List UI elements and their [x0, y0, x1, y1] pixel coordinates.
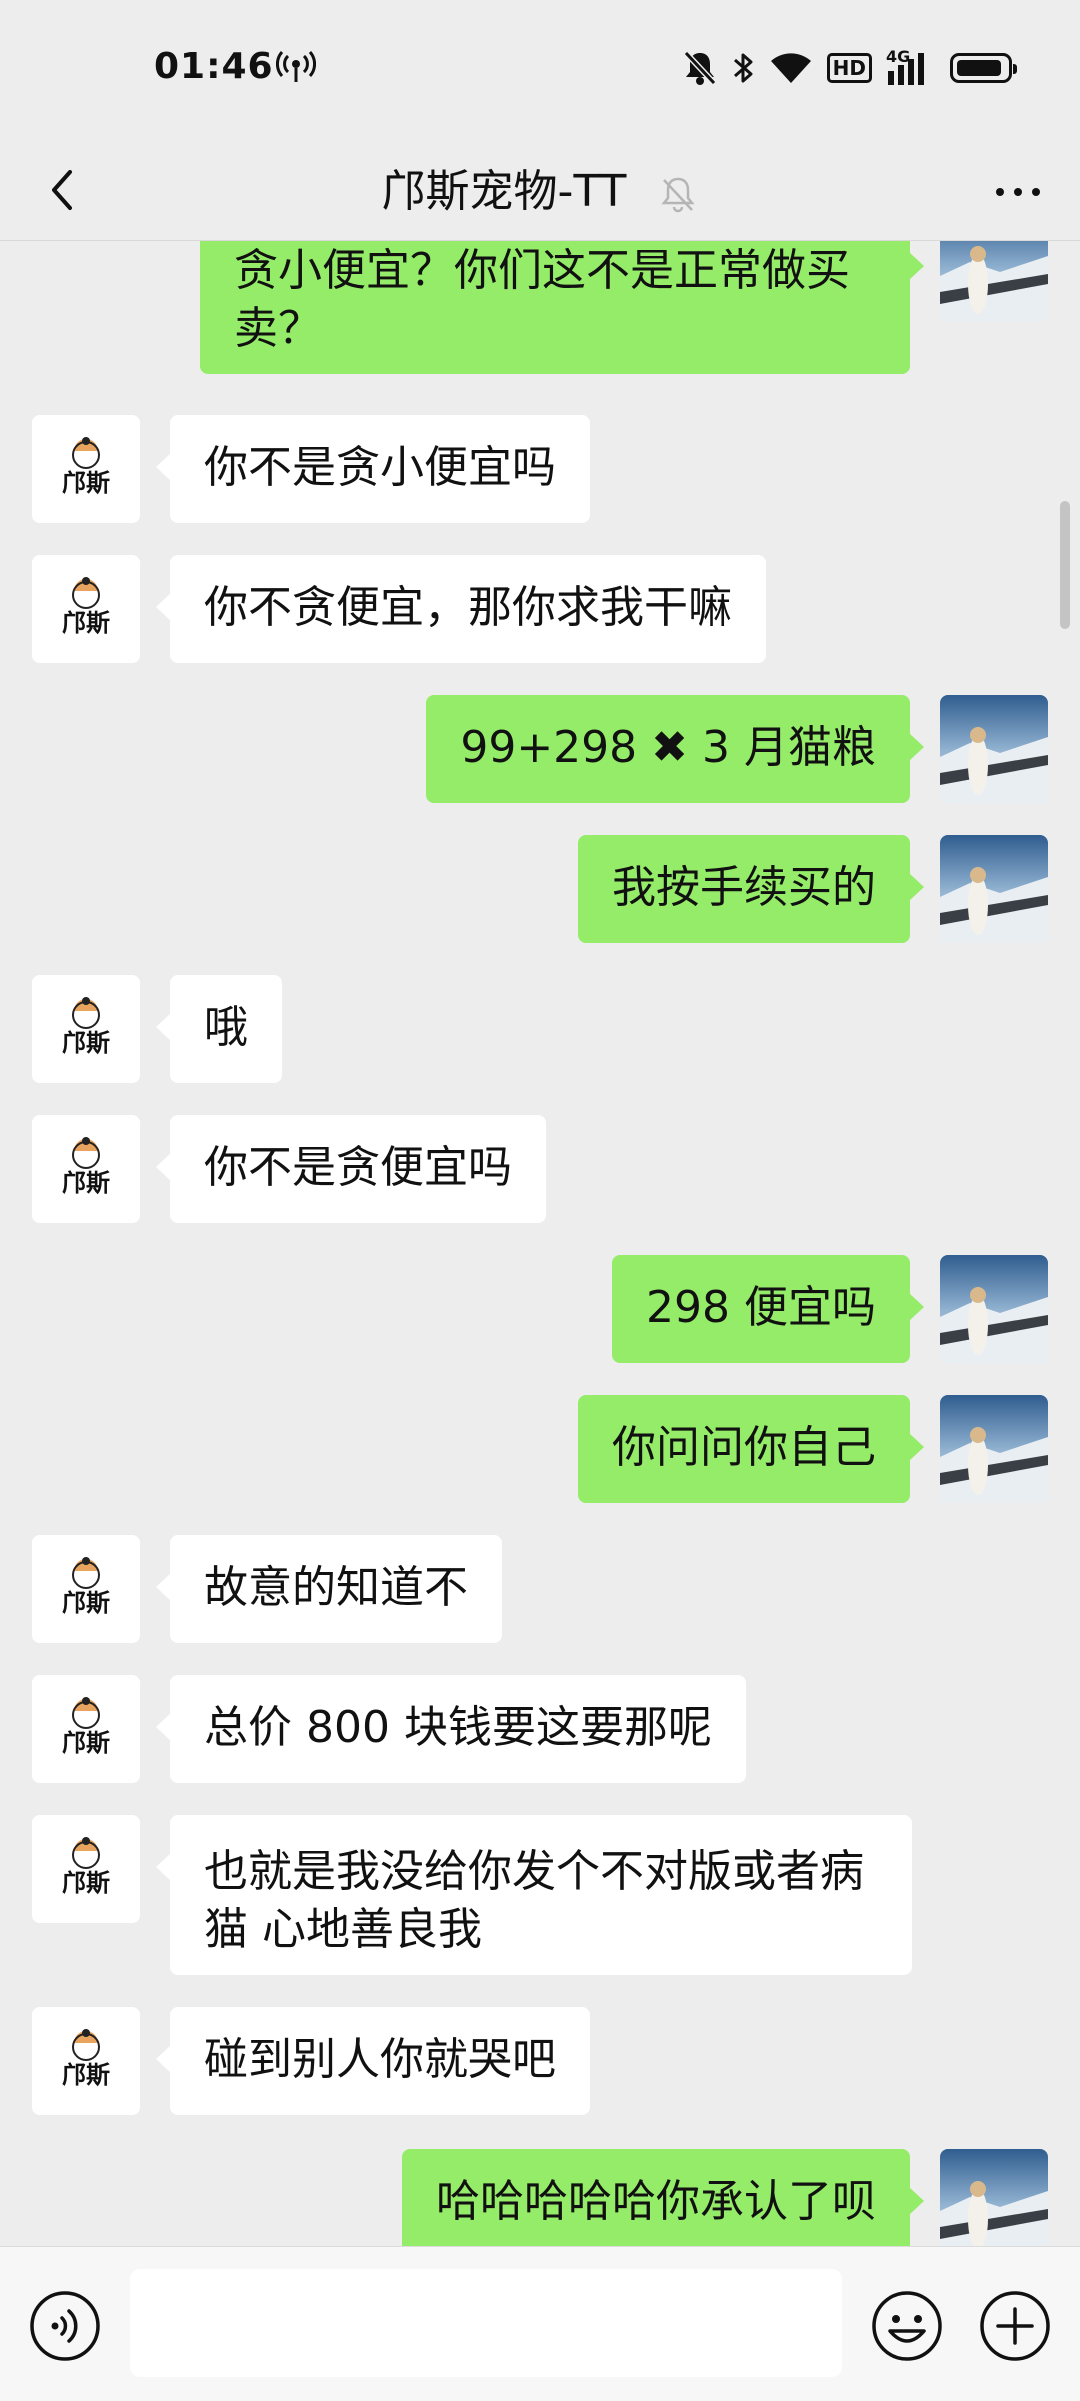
hotspot-icon [275, 50, 317, 86]
shop-avatar[interactable]: 邝斯 [32, 975, 140, 1083]
shop-avatar[interactable]: 邝斯 [32, 1815, 140, 1923]
user-avatar[interactable] [940, 241, 1048, 322]
chat-message-list[interactable]: 贪小便宜？你们这不是正常做买卖？ 邝斯 你不是贪小便宜吗 邝斯 你不贪便宜，那你… [0, 241, 1080, 2246]
chat-header: 邝斯宠物-TT [0, 140, 1080, 241]
message-bubble[interactable]: 298 便宜吗 [612, 1255, 924, 1363]
shop-avatar[interactable]: 邝斯 [32, 415, 140, 523]
chat-title: 邝斯宠物-TT [381, 166, 627, 217]
message-bubble[interactable]: 你不是贪小便宜吗 [156, 415, 590, 523]
svg-text:邝斯: 邝斯 [62, 2061, 110, 2089]
signal-icon: 4G [886, 47, 936, 87]
message-bubble[interactable]: 你问问你自己 [578, 1395, 924, 1503]
message-bubble[interactable]: 贪小便宜？你们这不是正常做买卖？ [200, 241, 924, 374]
svg-text:邝斯: 邝斯 [62, 1729, 110, 1757]
svg-text:邝斯: 邝斯 [62, 1869, 110, 1897]
shop-avatar[interactable]: 邝斯 [32, 555, 140, 663]
message-bubble[interactable]: 总价 800 块钱要这要那呢 [156, 1675, 746, 1783]
message-bubble[interactable]: 哈哈哈哈哈你承认了呗 [402, 2149, 924, 2246]
message-bubble[interactable]: 你不是贪便宜吗 [156, 1115, 546, 1223]
chat-title-wrap: 邝斯宠物-TT [0, 162, 1080, 220]
mute-bell-icon [683, 50, 717, 86]
user-avatar[interactable] [940, 2149, 1048, 2246]
message-bubble[interactable]: 你不贪便宜，那你求我干嘛 [156, 555, 766, 663]
more-options-icon[interactable] [990, 164, 1046, 220]
svg-text:邝斯: 邝斯 [62, 1029, 110, 1057]
emoji-icon[interactable] [870, 2289, 944, 2363]
status-time: 01:46 [154, 46, 274, 87]
message-text-input[interactable] [130, 2269, 842, 2377]
svg-text:邝斯: 邝斯 [62, 609, 110, 637]
shop-avatar[interactable]: 邝斯 [32, 1675, 140, 1783]
svg-text:邝斯: 邝斯 [62, 1169, 110, 1197]
muted-notification-icon [658, 172, 698, 213]
svg-text:邝斯: 邝斯 [62, 1589, 110, 1617]
add-more-icon[interactable] [978, 2289, 1052, 2363]
message-bubble[interactable]: 碰到别人你就哭吧 [156, 2007, 590, 2115]
voice-input-icon[interactable] [28, 2289, 102, 2363]
shop-avatar[interactable]: 邝斯 [32, 2007, 140, 2115]
svg-text:邝斯: 邝斯 [62, 469, 110, 497]
chat-input-bar [0, 2246, 1080, 2401]
message-bubble[interactable]: 哦 [156, 975, 282, 1083]
user-avatar[interactable] [940, 835, 1048, 943]
wifi-icon [769, 51, 813, 85]
user-avatar[interactable] [940, 695, 1048, 803]
message-bubble[interactable]: 也就是我没给你发个不对版或者病猫 心地善良我 [156, 1815, 912, 1975]
battery-icon [950, 53, 1017, 83]
message-bubble[interactable]: 我按手续买的 [578, 835, 924, 943]
scrollbar-thumb[interactable] [1060, 501, 1070, 629]
message-bubble[interactable]: 99+298 ✖ 3 月猫粮 [426, 695, 924, 803]
hd-badge: HD [826, 53, 872, 83]
shop-avatar[interactable]: 邝斯 [32, 1115, 140, 1223]
status-bar: 01:46 HD 4G [0, 0, 1080, 140]
user-avatar[interactable] [940, 1255, 1048, 1363]
user-avatar[interactable] [940, 1395, 1048, 1503]
message-bubble[interactable]: 故意的知道不 [156, 1535, 502, 1643]
shop-avatar[interactable]: 邝斯 [32, 1535, 140, 1643]
bluetooth-icon [731, 50, 755, 86]
